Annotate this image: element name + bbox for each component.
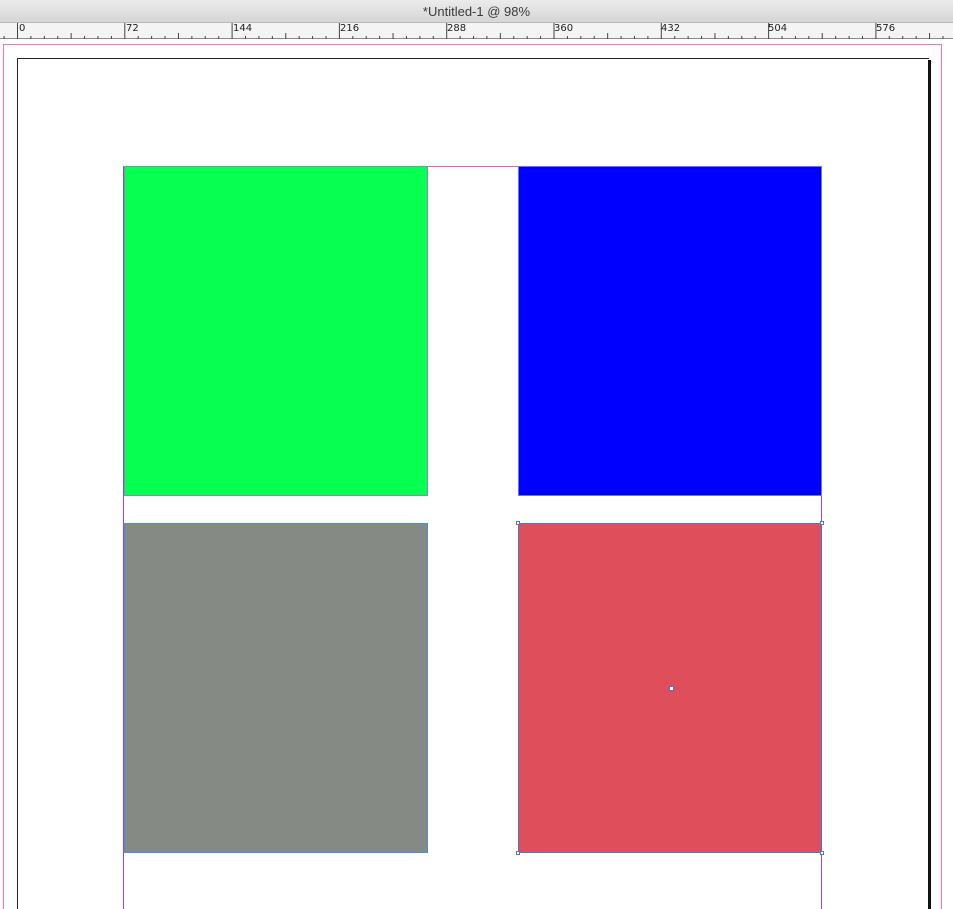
- ruler-label: 72: [126, 23, 139, 34]
- ruler-label: 360: [554, 23, 574, 34]
- selection-handle-bottom-right[interactable]: [820, 851, 824, 855]
- green-rectangle[interactable]: [124, 166, 428, 496]
- window-title: *Untitled-1 @ 98%: [422, 4, 531, 19]
- document-window: *Untitled-1 @ 98% 0 72 144 216 288 360 4…: [0, 0, 953, 909]
- window-title-bar[interactable]: *Untitled-1 @ 98%: [0, 0, 953, 23]
- selection-handle-top-left[interactable]: [516, 521, 520, 525]
- pasteboard[interactable]: [0, 39, 953, 909]
- selection-handle-top-right[interactable]: [820, 521, 824, 525]
- blue-rectangle[interactable]: [518, 166, 822, 496]
- ruler-label: 0: [19, 23, 26, 34]
- ruler-label: 432: [661, 23, 681, 34]
- gray-rectangle[interactable]: [124, 523, 428, 853]
- ruler-label: 216: [340, 23, 360, 34]
- ruler-label: 576: [876, 23, 896, 34]
- page-shadow: [928, 60, 931, 909]
- ruler-label: 504: [768, 23, 788, 34]
- ruler-ticks: [3, 23, 944, 39]
- ruler-label: 144: [233, 23, 253, 34]
- selection-center-point[interactable]: [669, 686, 674, 691]
- ruler-label: 288: [447, 23, 467, 34]
- selection-handle-bottom-left[interactable]: [516, 851, 520, 855]
- horizontal-ruler[interactable]: 0 72 144 216 288 360 432 504 576: [0, 23, 953, 39]
